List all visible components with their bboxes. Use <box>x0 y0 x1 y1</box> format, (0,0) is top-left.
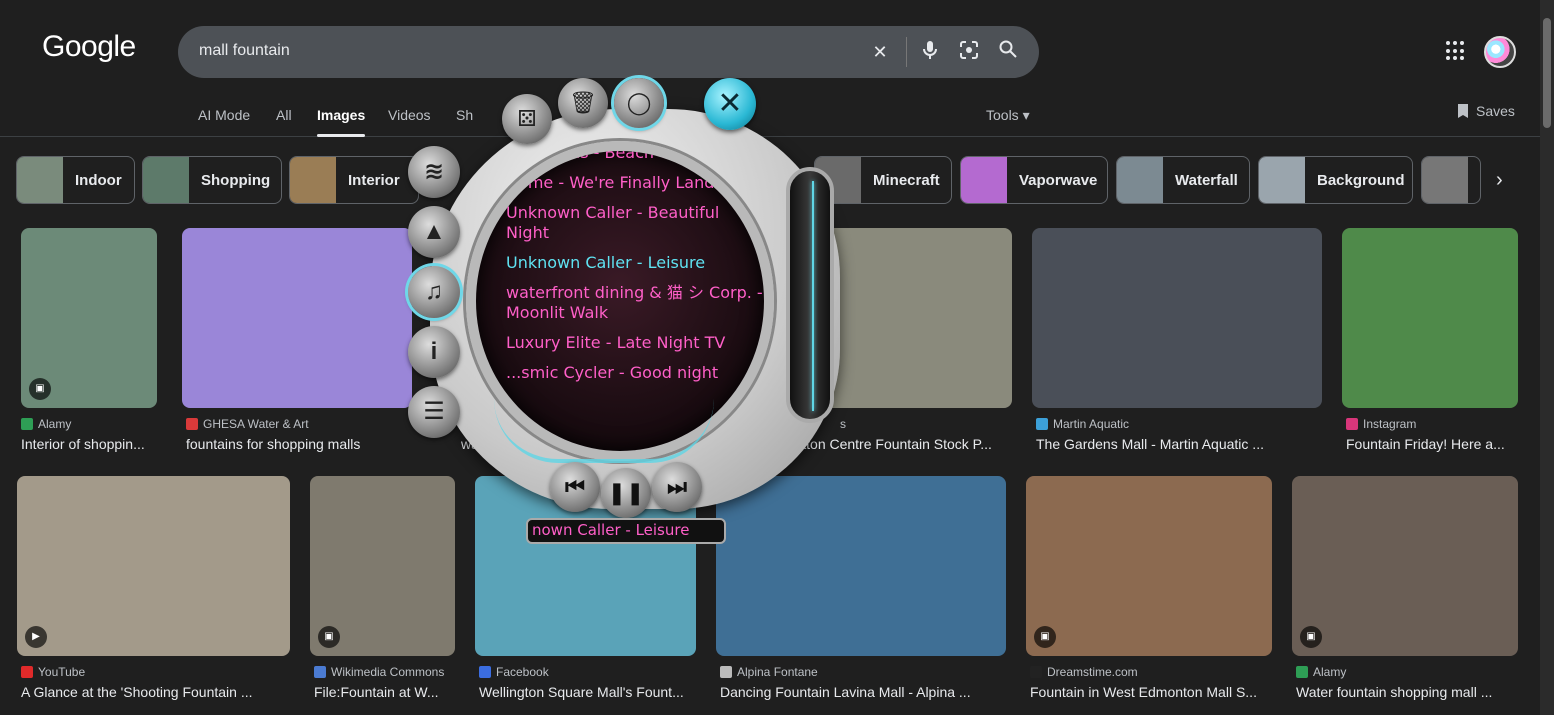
favicon <box>21 666 33 678</box>
previous-icon[interactable]: ⏮ <box>550 462 600 512</box>
search-input[interactable]: mall fountain <box>199 42 290 60</box>
image-icon: ▣ <box>29 378 51 400</box>
saves-button[interactable]: Saves <box>1456 103 1515 119</box>
result-source[interactable]: Facebook <box>479 665 549 679</box>
result-source[interactable]: Dreamstime.com <box>1030 665 1138 679</box>
result-title[interactable]: File:Fountain at W... <box>314 684 455 700</box>
trash-icon[interactable]: 🗑 <box>558 78 608 128</box>
result-title[interactable]: A Glance at the 'Shooting Fountain ... <box>21 684 289 700</box>
chip-thumbnail <box>961 157 1007 203</box>
media-player-widget[interactable]: ⚄ 🗑 ◯ ✕ ≋ ▲ ♫ i ☰ ...tewoods - Beach Wal… <box>394 64 854 544</box>
apps-grid-icon[interactable] <box>1446 41 1466 61</box>
playlist-item[interactable]: waterfront dining & 猫 シ Corp. - Moonlit … <box>506 283 764 323</box>
progress-arc[interactable] <box>494 399 714 463</box>
repeat-icon[interactable]: ◯ <box>614 78 664 128</box>
result-title[interactable]: The Gardens Mall - Martin Aquatic ... <box>1036 436 1326 452</box>
skin-icon[interactable]: ≋ <box>408 146 460 198</box>
result-image[interactable] <box>182 228 412 408</box>
favicon <box>1036 418 1048 430</box>
playlist-item[interactable]: ...smic Cycler - Good night <box>506 363 764 383</box>
tools-button[interactable]: Tools ▾ <box>986 107 1030 124</box>
volume-level <box>812 181 814 411</box>
result-source[interactable]: Alpina Fontane <box>720 665 818 679</box>
result-title[interactable]: Wellington Square Mall's Fount... <box>479 684 696 700</box>
result-title[interactable]: Dancing Fountain Lavina Mall - Alpina ..… <box>720 684 1006 700</box>
result-image[interactable]: ▣ <box>1026 476 1272 656</box>
search-divider <box>906 37 907 67</box>
playlist-item[interactable]: Luxury Elite - Late Night TV <box>506 333 764 353</box>
chip-thumbnail <box>17 157 63 203</box>
favicon <box>314 666 326 678</box>
result-source[interactable]: Martin Aquatic <box>1036 417 1129 431</box>
chevron-right-icon[interactable]: › <box>1496 170 1518 192</box>
playlist-icon[interactable]: ☰ <box>408 386 460 438</box>
chip-thumbnail <box>290 157 336 203</box>
image-icon: ▣ <box>1034 626 1056 648</box>
pause-icon[interactable]: ❚❚ <box>601 468 651 518</box>
result-title[interactable]: fountains for shopping malls <box>186 436 416 452</box>
chip-shopping[interactable]: Shopping <box>142 156 282 204</box>
search-icon[interactable] <box>996 40 1020 64</box>
chip-thumbnail <box>1422 157 1468 203</box>
favicon <box>1346 418 1358 430</box>
now-playing-ticker: nown Caller - Leisure <box>526 518 726 544</box>
chip-vaporwave[interactable]: Vaporwave <box>960 156 1108 204</box>
tab-images[interactable]: Images <box>317 107 366 137</box>
result-title[interactable]: Interior of shoppin... <box>21 436 157 452</box>
playlist-item[interactable]: Unknown Caller - Beautiful Night <box>506 203 764 243</box>
result-source[interactable]: GHESA Water & Art <box>186 417 309 431</box>
image-icon: ▣ <box>318 626 340 648</box>
tab-ai-mode[interactable]: AI Mode <box>198 107 250 123</box>
playlist-item[interactable]: Home - We're Finally Landing <box>506 173 764 193</box>
chip-thumbnail <box>1117 157 1163 203</box>
info-icon[interactable]: i <box>408 326 460 378</box>
playlist-item-current[interactable]: Unknown Caller - Leisure <box>506 253 764 273</box>
playlist[interactable]: ...tewoods - Beach Walk Home - We're Fin… <box>506 151 764 393</box>
chip-more[interactable]: O <box>1421 156 1481 204</box>
next-icon[interactable]: ⏭ <box>652 462 702 512</box>
music-note-icon[interactable]: ♫ <box>408 266 460 318</box>
page-scrollbar[interactable] <box>1540 0 1554 715</box>
result-title[interactable]: Water fountain shopping mall ... <box>1296 684 1518 700</box>
result-source[interactable]: Instagram <box>1346 417 1416 431</box>
chip-indoor[interactable]: Indoor <box>16 156 135 204</box>
chip-thumbnail <box>1259 157 1305 203</box>
favicon <box>720 666 732 678</box>
result-title[interactable]: Fountain Friday! Here a... <box>1346 436 1522 452</box>
tab-all[interactable]: All <box>276 107 292 123</box>
mic-icon[interactable] <box>918 40 942 64</box>
bookmark-icon <box>1458 104 1468 118</box>
result-image[interactable]: ▣ <box>1292 476 1518 656</box>
scrollbar-thumb[interactable] <box>1543 18 1551 128</box>
visualizer-icon[interactable]: ▲ <box>408 206 460 258</box>
result-source[interactable]: Wikimedia Commons <box>314 665 444 679</box>
volume-slider[interactable] <box>786 167 834 423</box>
result-image[interactable] <box>1032 228 1322 408</box>
play-icon: ▶ <box>25 626 47 648</box>
result-image[interactable]: ▣ <box>21 228 157 408</box>
image-icon: ▣ <box>1300 626 1322 648</box>
close-icon[interactable]: ✕ <box>704 78 756 130</box>
shuffle-icon[interactable]: ⚄ <box>502 94 552 144</box>
close-icon[interactable]: ✕ <box>868 40 892 64</box>
chip-background[interactable]: Background <box>1258 156 1413 204</box>
result-image[interactable]: ▶ <box>17 476 290 656</box>
favicon <box>1030 666 1042 678</box>
favicon <box>479 666 491 678</box>
result-source[interactable]: YouTube <box>21 665 85 679</box>
chip-waterfall[interactable]: Waterfall <box>1116 156 1250 204</box>
result-title[interactable]: Fountain in West Edmonton Mall S... <box>1030 684 1272 700</box>
google-logo[interactable]: Google <box>42 30 136 64</box>
result-source[interactable]: Alamy <box>21 417 71 431</box>
chip-thumbnail <box>143 157 189 203</box>
avatar[interactable] <box>1484 36 1516 68</box>
result-source[interactable]: Alamy <box>1296 665 1346 679</box>
favicon <box>1296 666 1308 678</box>
favicon <box>21 418 33 430</box>
result-image[interactable] <box>1342 228 1518 408</box>
favicon <box>186 418 198 430</box>
lens-icon[interactable] <box>957 40 981 64</box>
